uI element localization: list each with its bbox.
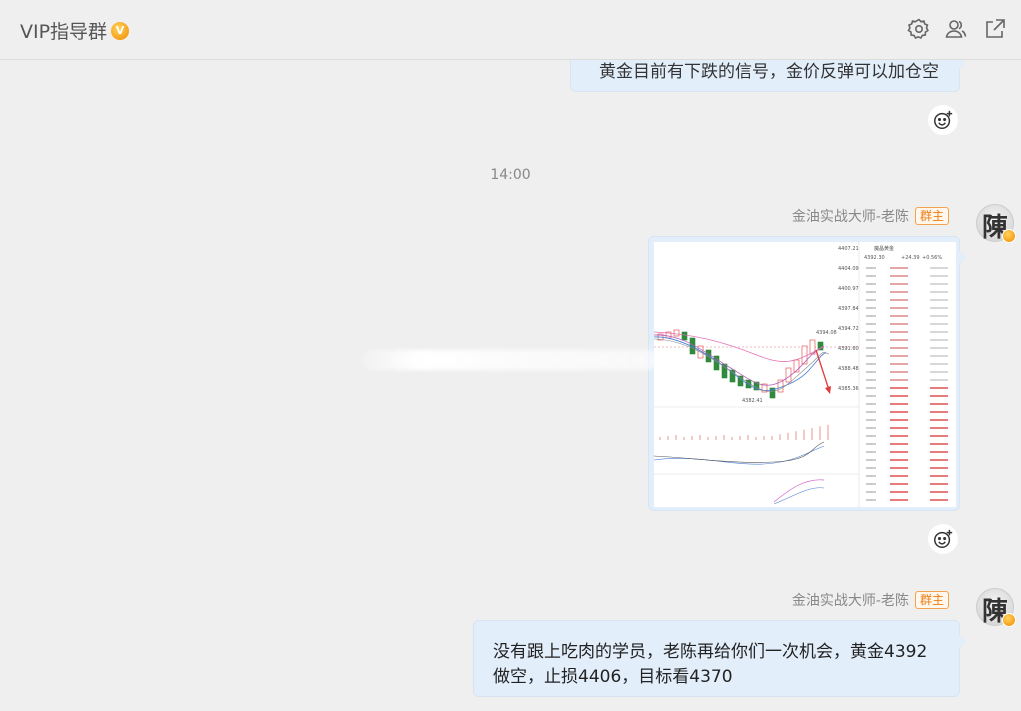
chart-image[interactable]: 4407.21 4404.09 4400.97 4397.84 4394.72 4391.…: [654, 242, 956, 507]
owner-tag: 群主: [914, 591, 949, 609]
avatar[interactable]: 陳: [976, 204, 1016, 243]
candle: [673, 329, 680, 337]
candle: [801, 345, 808, 365]
sender-line: 金油实战大师-老陈 群主: [792, 206, 949, 226]
message-text: 黄金目前有下跌的信号，金价反弹可以加仓空: [599, 62, 939, 82]
y-tick-label: 4391.60: [838, 346, 859, 352]
message-bubble[interactable]: 没有跟上吃肉的学员，老陈再给你们一次机会，黄金4392 做空，止损4406，目标…: [473, 620, 966, 697]
chart-price: 4392.30: [864, 255, 885, 261]
avatar[interactable]: 陳: [976, 588, 1016, 627]
time-separator: 14:00: [490, 167, 531, 183]
y-tick-label: 4400.97: [838, 286, 859, 292]
chart-high-label: 4394.08: [816, 330, 837, 336]
group-name: VIP指导群: [20, 21, 108, 43]
candle: [785, 367, 792, 383]
candle: [721, 363, 728, 379]
popout-icon[interactable]: [983, 17, 1007, 41]
sender-line: 金油实战大师-老陈 群主: [792, 590, 949, 610]
y-tick-label: 4404.09: [838, 266, 859, 272]
emoji-react-icon[interactable]: [928, 105, 958, 135]
members-icon[interactable]: [944, 17, 968, 41]
message-text-line: 做空，止损4406，目标看4370: [493, 667, 733, 687]
y-tick-label: 4397.84: [838, 306, 859, 312]
emoji-react-icon[interactable]: [928, 524, 958, 554]
message-text-line: 没有跟上吃肉的学员，老陈再给你们一次机会，黄金4392: [493, 642, 928, 662]
y-tick-label: 4394.72: [838, 326, 859, 332]
y-tick-label: 4388.48: [838, 366, 859, 372]
blurred-overlay: [362, 350, 658, 370]
vip-badge-icon: V: [111, 21, 130, 40]
chart-title: 魔晶黄金: [874, 245, 894, 252]
y-tick-label: 4407.21: [838, 246, 859, 252]
candle: [681, 331, 688, 341]
y-tick-label: 4385.36: [838, 386, 859, 392]
image-message-bubble[interactable]: 4407.21 4404.09 4400.97 4397.84 4394.72 4391.…: [648, 236, 966, 511]
vip-mini-badge-icon: [1002, 229, 1016, 243]
chart-change: +24.39: [901, 255, 920, 261]
owner-tag: 群主: [914, 207, 949, 225]
group-title[interactable]: VIP指导群 V: [20, 17, 130, 44]
chart-low-label: 4382.41: [742, 398, 763, 404]
chat-header: VIP指导群 V: [0, 0, 1021, 60]
settings-icon[interactable]: [907, 17, 931, 41]
sender-name[interactable]: 金油实战大师-老陈: [792, 206, 909, 226]
chart-change-pct: +0.56%: [922, 255, 942, 261]
vip-mini-badge-icon: [1002, 613, 1016, 627]
sender-name[interactable]: 金油实战大师-老陈: [792, 590, 909, 610]
